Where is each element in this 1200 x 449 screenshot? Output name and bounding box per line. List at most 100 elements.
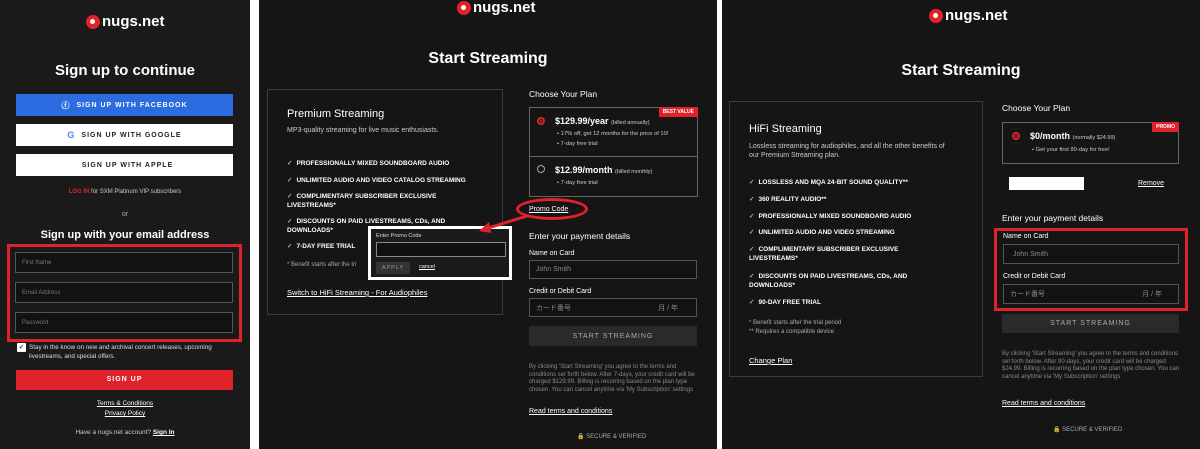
legal-text: By clicking 'Start Streaming' you agree … (1002, 351, 1180, 380)
monthly-plan-option[interactable]: $12.99/month (billed monthly) • 7-day fr… (529, 157, 698, 197)
signup-button[interactable]: SIGN UP (16, 370, 233, 390)
check-icon: ✓ (749, 213, 755, 220)
yearly-bullet-text: 17% off, get 12 months for the price of … (560, 131, 669, 137)
card-label: Credit or Debit Card (1003, 273, 1066, 280)
feature-label: DISCOUNTS ON PAID LIVESTREAMS, CDs, AND … (749, 273, 908, 289)
plan-desc: MP3-quality streaming for live music ent… (287, 127, 439, 134)
payment-heading: Enter your payment details (1002, 213, 1104, 223)
newsletter-checkbox[interactable]: ✓ (17, 343, 26, 352)
benefit-note: * Benefit starts after the tri (287, 262, 357, 268)
first-name-field[interactable]: First Name (15, 252, 233, 273)
benefit-note: * Benefit starts after the trial period (749, 320, 842, 326)
facebook-signup-button[interactable]: ⓕ SIGN UP WITH FACEBOOK (16, 94, 233, 116)
terms-link[interactable]: Terms & Conditions (0, 400, 250, 407)
promo-plan-radio[interactable] (1012, 132, 1020, 140)
nugs-logo-icon (457, 0, 471, 15)
feature-label: UNLIMITED AUDIO AND VIDEO CATALOG STREAM… (296, 177, 466, 184)
apply-button[interactable]: APPLY (376, 262, 410, 274)
lock-icon: 🔒 (1053, 427, 1061, 433)
payment-heading: Enter your payment details (529, 231, 631, 241)
check-icon: ✓ (287, 160, 293, 167)
signup-panel: nugs.net Sign up to continue ⓕ SIGN UP W… (0, 0, 250, 449)
feature-item: ✓ DISCOUNTS ON PAID LIVESTREAMS, CDs, AND… (749, 272, 914, 290)
check-icon: ✓ (749, 229, 755, 236)
promo-price-note: (normally $24.99) (1072, 135, 1116, 141)
logo-text: nugs.net (945, 7, 1008, 24)
check-icon: ✓ (287, 218, 293, 225)
switch-hifi-link[interactable]: Switch to HiFi Streaming - For Audiophil… (287, 288, 427, 297)
monthly-note: (billed monthly) (615, 169, 653, 175)
hifi-streaming-panel: nugs.net Start Streaming HiFi Streaming … (722, 0, 1200, 449)
page-title: Sign up to continue (55, 62, 195, 79)
promo-input[interactable] (376, 242, 506, 257)
read-terms-link[interactable]: Read terms and conditions (1002, 400, 1085, 407)
privacy-link[interactable]: Privacy Policy (0, 410, 250, 417)
lock-icon: 🔒 (577, 434, 585, 440)
name-on-card-field[interactable]: John Smith (1003, 244, 1179, 264)
plan-name: Premium Streaming (287, 108, 385, 120)
promo-plan-option[interactable]: PROMO $0/month (normally $24.99) • Get y… (1002, 122, 1179, 164)
promo-bullet-text: Get your first 90-day for free! (1035, 147, 1110, 153)
apple-signup-button[interactable]: SIGN UP WITH APPLE (16, 154, 233, 176)
feature-label: 360 REALITY AUDIO** (758, 196, 827, 203)
legal-text: By clicking 'Start Streaming' you agree … (529, 364, 695, 393)
login-link[interactable]: LOG IN (69, 189, 90, 195)
promo-bullet: • Get your first 90-day for free! (1032, 147, 1110, 153)
yearly-bullet-text: 7-day free trial (560, 141, 598, 147)
feature-label: PROFESSIONALLY MIXED SOUNDBOARD AUDIO (296, 160, 450, 167)
feature-label: UNLIMITED AUDIO AND VIDEO STREAMING (758, 229, 895, 236)
promo-code-popup: Enter Promo Code APPLY cancel (368, 226, 512, 280)
yearly-plan-option[interactable]: BEST VALUE $129.99/year (billed annually… (529, 107, 698, 157)
feature-item: ✓ UNLIMITED AUDIO AND VIDEO STREAMING (749, 228, 949, 237)
read-terms-link[interactable]: Read terms and conditions (529, 408, 612, 415)
feature-item: ✓ PROFESSIONALLY MIXED SOUNDBOARD AUDIO (749, 212, 949, 221)
card-number-field[interactable]: カード番号 月 / 年 (1003, 284, 1179, 304)
remove-promo-link[interactable]: Remove (1138, 180, 1164, 187)
name-on-card-field[interactable]: John Smith (529, 260, 697, 279)
monthly-price: $12.99/month (billed monthly) (555, 165, 652, 175)
card-placeholder: カード番号 (1010, 291, 1045, 298)
name-placeholder: John Smith (536, 266, 572, 273)
email-heading: Sign up with your email address (40, 229, 210, 241)
nugs-logo: nugs.net (86, 13, 165, 30)
card-date-placeholder: 月 / 年 (1142, 291, 1162, 298)
feature-item: ✓ UNLIMITED AUDIO AND VIDEO CATALOG STREA… (287, 176, 487, 185)
start-streaming-button[interactable]: START STREAMING (529, 326, 697, 346)
password-field[interactable]: Password (15, 312, 233, 333)
plan-name: HiFi Streaming (749, 123, 822, 135)
choose-plan-heading: Choose Your Plan (1002, 103, 1071, 113)
secure-badge: 🔒 SECURE & VERIFIED (1053, 426, 1122, 433)
yearly-note: (billed annually) (611, 120, 650, 126)
google-icon: G (67, 130, 76, 140)
page-title: Start Streaming (428, 50, 548, 67)
signin-link[interactable]: Sign In (153, 429, 175, 436)
secure-text: SECURE & VERIFIED (586, 434, 647, 440)
email-field[interactable]: Email Address (15, 282, 233, 303)
yearly-radio[interactable] (537, 117, 545, 125)
choose-plan-heading: Choose Your Plan (529, 89, 598, 99)
feature-label: COMPLIMENTARY SUBSCRIBER EXCLUSIVE LIVES… (287, 193, 437, 209)
feature-label: LOSSLESS AND MQA 24-BIT SOUND QUALITY** (758, 179, 908, 186)
check-icon: ✓ (749, 273, 755, 280)
cancel-link[interactable]: cancel (419, 264, 435, 270)
or-divider: or (121, 211, 129, 218)
have-account-text: Have a nugs.net account? (75, 429, 152, 436)
name-on-card-label: Name on Card (529, 250, 575, 257)
page-title: Start Streaming (901, 62, 1021, 79)
promo-label: Enter Promo Code (376, 233, 422, 239)
card-number-field[interactable]: カード番号 月 / 年 (529, 298, 697, 317)
have-account-line: Have a nugs.net account? Sign In (0, 429, 250, 436)
google-label: SIGN UP WITH GOOGLE (81, 131, 182, 139)
start-streaming-button[interactable]: START STREAMING (1002, 314, 1179, 333)
logo-text: nugs.net (102, 13, 165, 30)
google-signup-button[interactable]: G SIGN UP WITH GOOGLE (16, 124, 233, 146)
check-icon: ✓ (287, 193, 293, 200)
monthly-radio[interactable] (537, 165, 545, 173)
promo-code-link[interactable]: Promo Code (529, 206, 568, 213)
check-icon: ✓ (287, 177, 293, 184)
change-plan-link[interactable]: Change Plan (749, 356, 792, 365)
newsletter-text: Stay in the know on new and archival con… (29, 344, 212, 360)
applied-promo-code (1009, 177, 1084, 190)
plan-desc: Lossless streaming for audiophiles, and … (749, 143, 945, 159)
email-placeholder: Email Address (22, 289, 61, 296)
